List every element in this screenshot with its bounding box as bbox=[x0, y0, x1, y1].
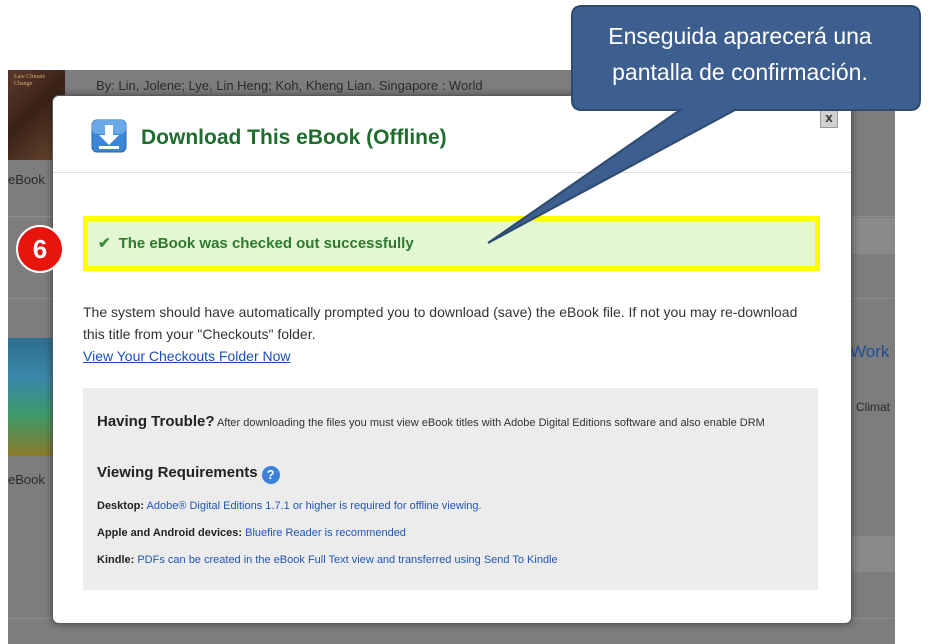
kindle-requirement-link[interactable]: PDFs can be created in the eBook Full Te… bbox=[137, 554, 557, 566]
callout-text: Enseguida aparecerá una pantalla de conf… bbox=[608, 23, 872, 85]
row-band bbox=[850, 536, 895, 572]
requirement-label: Kindle: bbox=[97, 554, 135, 566]
ebook-label[interactable]: eBook bbox=[8, 472, 45, 487]
success-message-text: The eBook was checked out successfully bbox=[118, 235, 414, 252]
success-message-highlight: ✔ The eBook was checked out successfully bbox=[83, 216, 820, 271]
trouble-text: After downloading the files you must vie… bbox=[216, 417, 765, 429]
requirement-desktop: Desktop: Adobe® Digital Editions 1.7.1 o… bbox=[97, 500, 482, 512]
trouble-text-block: Having Trouble? After downloading the fi… bbox=[97, 410, 802, 435]
step-number-badge: 6 bbox=[16, 225, 64, 273]
mobile-requirement-link[interactable]: Bluefire Reader is recommended bbox=[245, 527, 406, 539]
download-ebook-dialog: Download This eBook (Offline) x ✔ The eBo… bbox=[52, 95, 852, 624]
checkmark-icon: ✔ bbox=[98, 235, 111, 252]
close-button[interactable]: x bbox=[820, 110, 838, 128]
requirement-label: Apple and Android devices: bbox=[97, 527, 243, 539]
trouble-heading: Having Trouble? bbox=[97, 413, 215, 430]
help-icon[interactable]: ? bbox=[261, 466, 280, 484]
requirement-mobile: Apple and Android devices: Bluefire Read… bbox=[97, 527, 406, 539]
download-instructions: The system should have automatically pro… bbox=[83, 301, 813, 367]
requirement-kindle: Kindle: PDFs can be created in the eBook… bbox=[97, 554, 558, 566]
dialog-title: Download This eBook (Offline) bbox=[141, 126, 447, 149]
desktop-requirement-link[interactable]: Adobe® Digital Editions 1.7.1 or higher … bbox=[147, 500, 482, 512]
requirement-label: Desktop: bbox=[97, 500, 145, 512]
dialog-header: Download This eBook (Offline) x bbox=[53, 96, 851, 173]
instructions-text: The system should have automatically pro… bbox=[83, 304, 798, 342]
result-title-fragment[interactable]: Work bbox=[850, 342, 889, 362]
requirements-heading-row: Viewing Requirements? bbox=[97, 464, 280, 484]
book-citation: By: Lin, Jolene; Lye, Lin Heng; Koh, Khe… bbox=[96, 78, 483, 93]
ebook-label[interactable]: eBook bbox=[8, 172, 45, 187]
view-checkouts-link[interactable]: View Your Checkouts Folder Now bbox=[83, 348, 291, 364]
trouble-panel: Having Trouble? After downloading the fi… bbox=[83, 388, 818, 590]
download-icon bbox=[91, 119, 127, 153]
row-band bbox=[850, 218, 895, 254]
requirements-heading: Viewing Requirements bbox=[97, 464, 258, 481]
result-subject-fragment: Climat bbox=[856, 400, 891, 414]
success-message: ✔ The eBook was checked out successfully bbox=[98, 234, 414, 252]
